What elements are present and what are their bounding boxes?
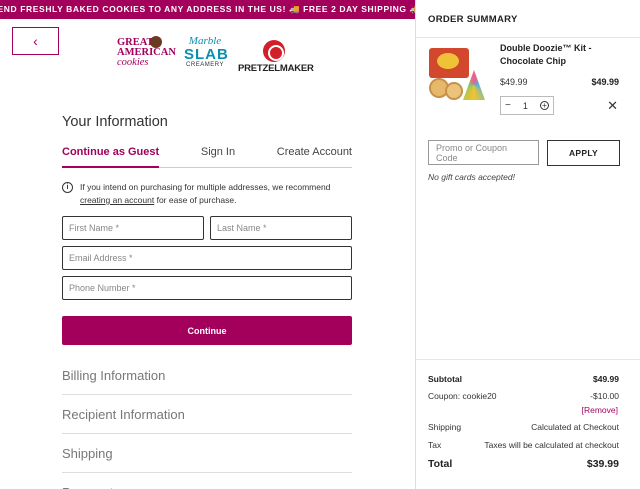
phone-field[interactable]: Phone Number *	[62, 276, 352, 300]
account-tabs: Continue as Guest Sign In Create Account	[62, 144, 352, 168]
order-summary-title: ORDER SUMMARY	[428, 14, 518, 25]
section-recipient-information[interactable]: Recipient Information	[62, 395, 352, 434]
pretzelmaker-logo: PRETZELMAKER	[238, 40, 314, 74]
tax-row: Tax Taxes will be calculated at checkout	[428, 440, 619, 450]
tab-sign-in[interactable]: Sign In	[201, 144, 235, 167]
section-billing-information[interactable]: Billing Information	[62, 356, 352, 395]
first-name-field[interactable]: First Name *	[62, 216, 204, 240]
creating-account-link[interactable]: creating an account	[80, 195, 154, 205]
tab-continue-as-guest[interactable]: Continue as Guest	[62, 144, 160, 168]
promo-code-input[interactable]: Promo or Coupon Code	[428, 140, 539, 165]
plus-icon[interactable]: +	[539, 101, 549, 110]
cookie-icon	[150, 36, 162, 48]
great-american-cookies-logo: GREAT AMERICAN cookies	[117, 36, 176, 68]
shipping-row: Shipping Calculated at Checkout	[428, 422, 619, 432]
your-information-title: Your Information	[62, 114, 168, 130]
last-name-field[interactable]: Last Name *	[210, 216, 352, 240]
subtotal-row: Subtotal $49.99	[428, 374, 619, 384]
checkout-panel: 🍪🍪 SEND FRESHLY BAKED COOKIES TO ANY ADD…	[0, 0, 415, 489]
total-row: Total $39.99	[428, 458, 619, 470]
info-icon: i	[62, 182, 73, 193]
divider	[416, 37, 640, 38]
marble-slab-creamery-logo: Marble SLAB CREAMERY	[184, 35, 229, 69]
product-image	[427, 42, 488, 115]
section-payment[interactable]: Payment	[62, 473, 352, 489]
divider	[416, 359, 640, 360]
quantity-value[interactable]: 1	[523, 101, 528, 111]
email-field[interactable]: Email Address *	[62, 246, 352, 270]
product-line-total: $49.99	[591, 77, 619, 87]
minus-icon[interactable]: −	[505, 100, 511, 111]
remove-item-close-icon[interactable]: ✕	[607, 98, 618, 114]
pretzel-icon	[263, 40, 285, 62]
section-shipping[interactable]: Shipping	[62, 434, 352, 473]
tab-create-account[interactable]: Create Account	[277, 144, 352, 167]
continue-button[interactable]: Continue	[62, 316, 352, 345]
quantity-stepper: − 1 +	[500, 96, 554, 115]
coupon-row: Coupon: cookie20 -$10.00	[428, 391, 619, 401]
promo-banner: 🍪🍪 SEND FRESHLY BAKED COOKIES TO ANY ADD…	[0, 0, 415, 19]
product-unit-price: $49.99	[500, 77, 528, 87]
gift-card-note: No gift cards accepted!	[428, 172, 515, 182]
multi-address-notice: i If you intend on purchasing for multip…	[62, 181, 352, 207]
back-button[interactable]: ‹	[12, 27, 59, 55]
brand-logos: GREAT AMERICAN cookies Marble SLAB CREAM…	[117, 36, 317, 76]
chevron-left-icon: ‹	[33, 33, 38, 49]
product-name: Double Doozie™ Kit - Chocolate Chip	[500, 43, 592, 66]
order-summary-panel: ORDER SUMMARY Double Doozie™ Kit - Choco…	[415, 0, 640, 489]
apply-button[interactable]: APPLY	[547, 140, 620, 166]
remove-coupon-link[interactable]: [Remove]	[582, 405, 618, 415]
